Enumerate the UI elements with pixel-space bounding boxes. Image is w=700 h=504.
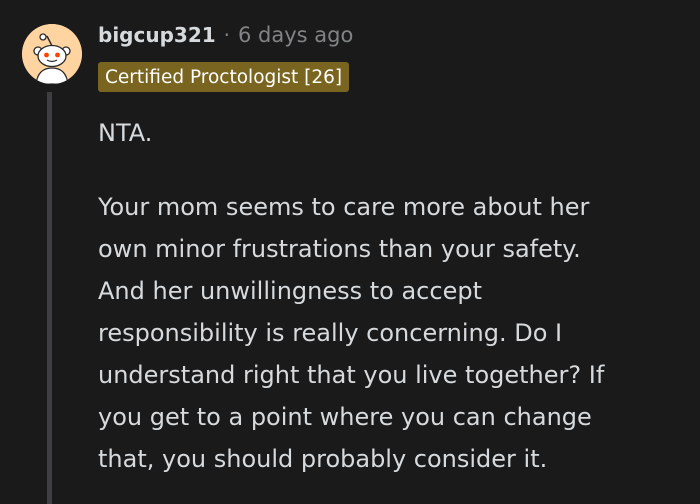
comment-text-line: NTA.: [98, 119, 153, 147]
username-link[interactable]: bigcup321: [98, 23, 216, 47]
comment-body: NTA. Your mom seems to care more about h…: [98, 112, 688, 480]
reddit-snoo-avatar-icon: [22, 24, 82, 84]
comment-header: bigcup321 · 6 days ago: [98, 19, 353, 51]
comment: bigcup321 · 6 days ago Certified Proctol…: [0, 0, 700, 504]
comment-text-line: responsibility is really concerning. Do …: [98, 319, 563, 347]
timestamp-link[interactable]: 6 days ago: [238, 23, 353, 47]
comment-text-line: Your mom seems to care more about her: [98, 193, 590, 221]
user-flair-badge: Certified Proctologist [26]: [98, 62, 350, 92]
comment-paragraph: NTA.: [98, 112, 688, 154]
user-flair-text: Certified Proctologist [26]: [105, 66, 343, 88]
comment-paragraph: Your mom seems to care more about her ow…: [98, 186, 688, 480]
comment-text-line: own minor frustrations than your safety.: [98, 235, 581, 263]
comment-text-line: that, you should probably consider it.: [98, 445, 548, 473]
avatar[interactable]: [22, 24, 82, 84]
thread-collapse-line[interactable]: [47, 92, 52, 504]
comment-text-line: And her unwillingness to accept: [98, 277, 482, 305]
separator-dot: ·: [223, 23, 231, 47]
comment-text-line: you get to a point where you can change: [98, 403, 592, 431]
comment-text-line: understand right that you live together?…: [98, 361, 605, 389]
